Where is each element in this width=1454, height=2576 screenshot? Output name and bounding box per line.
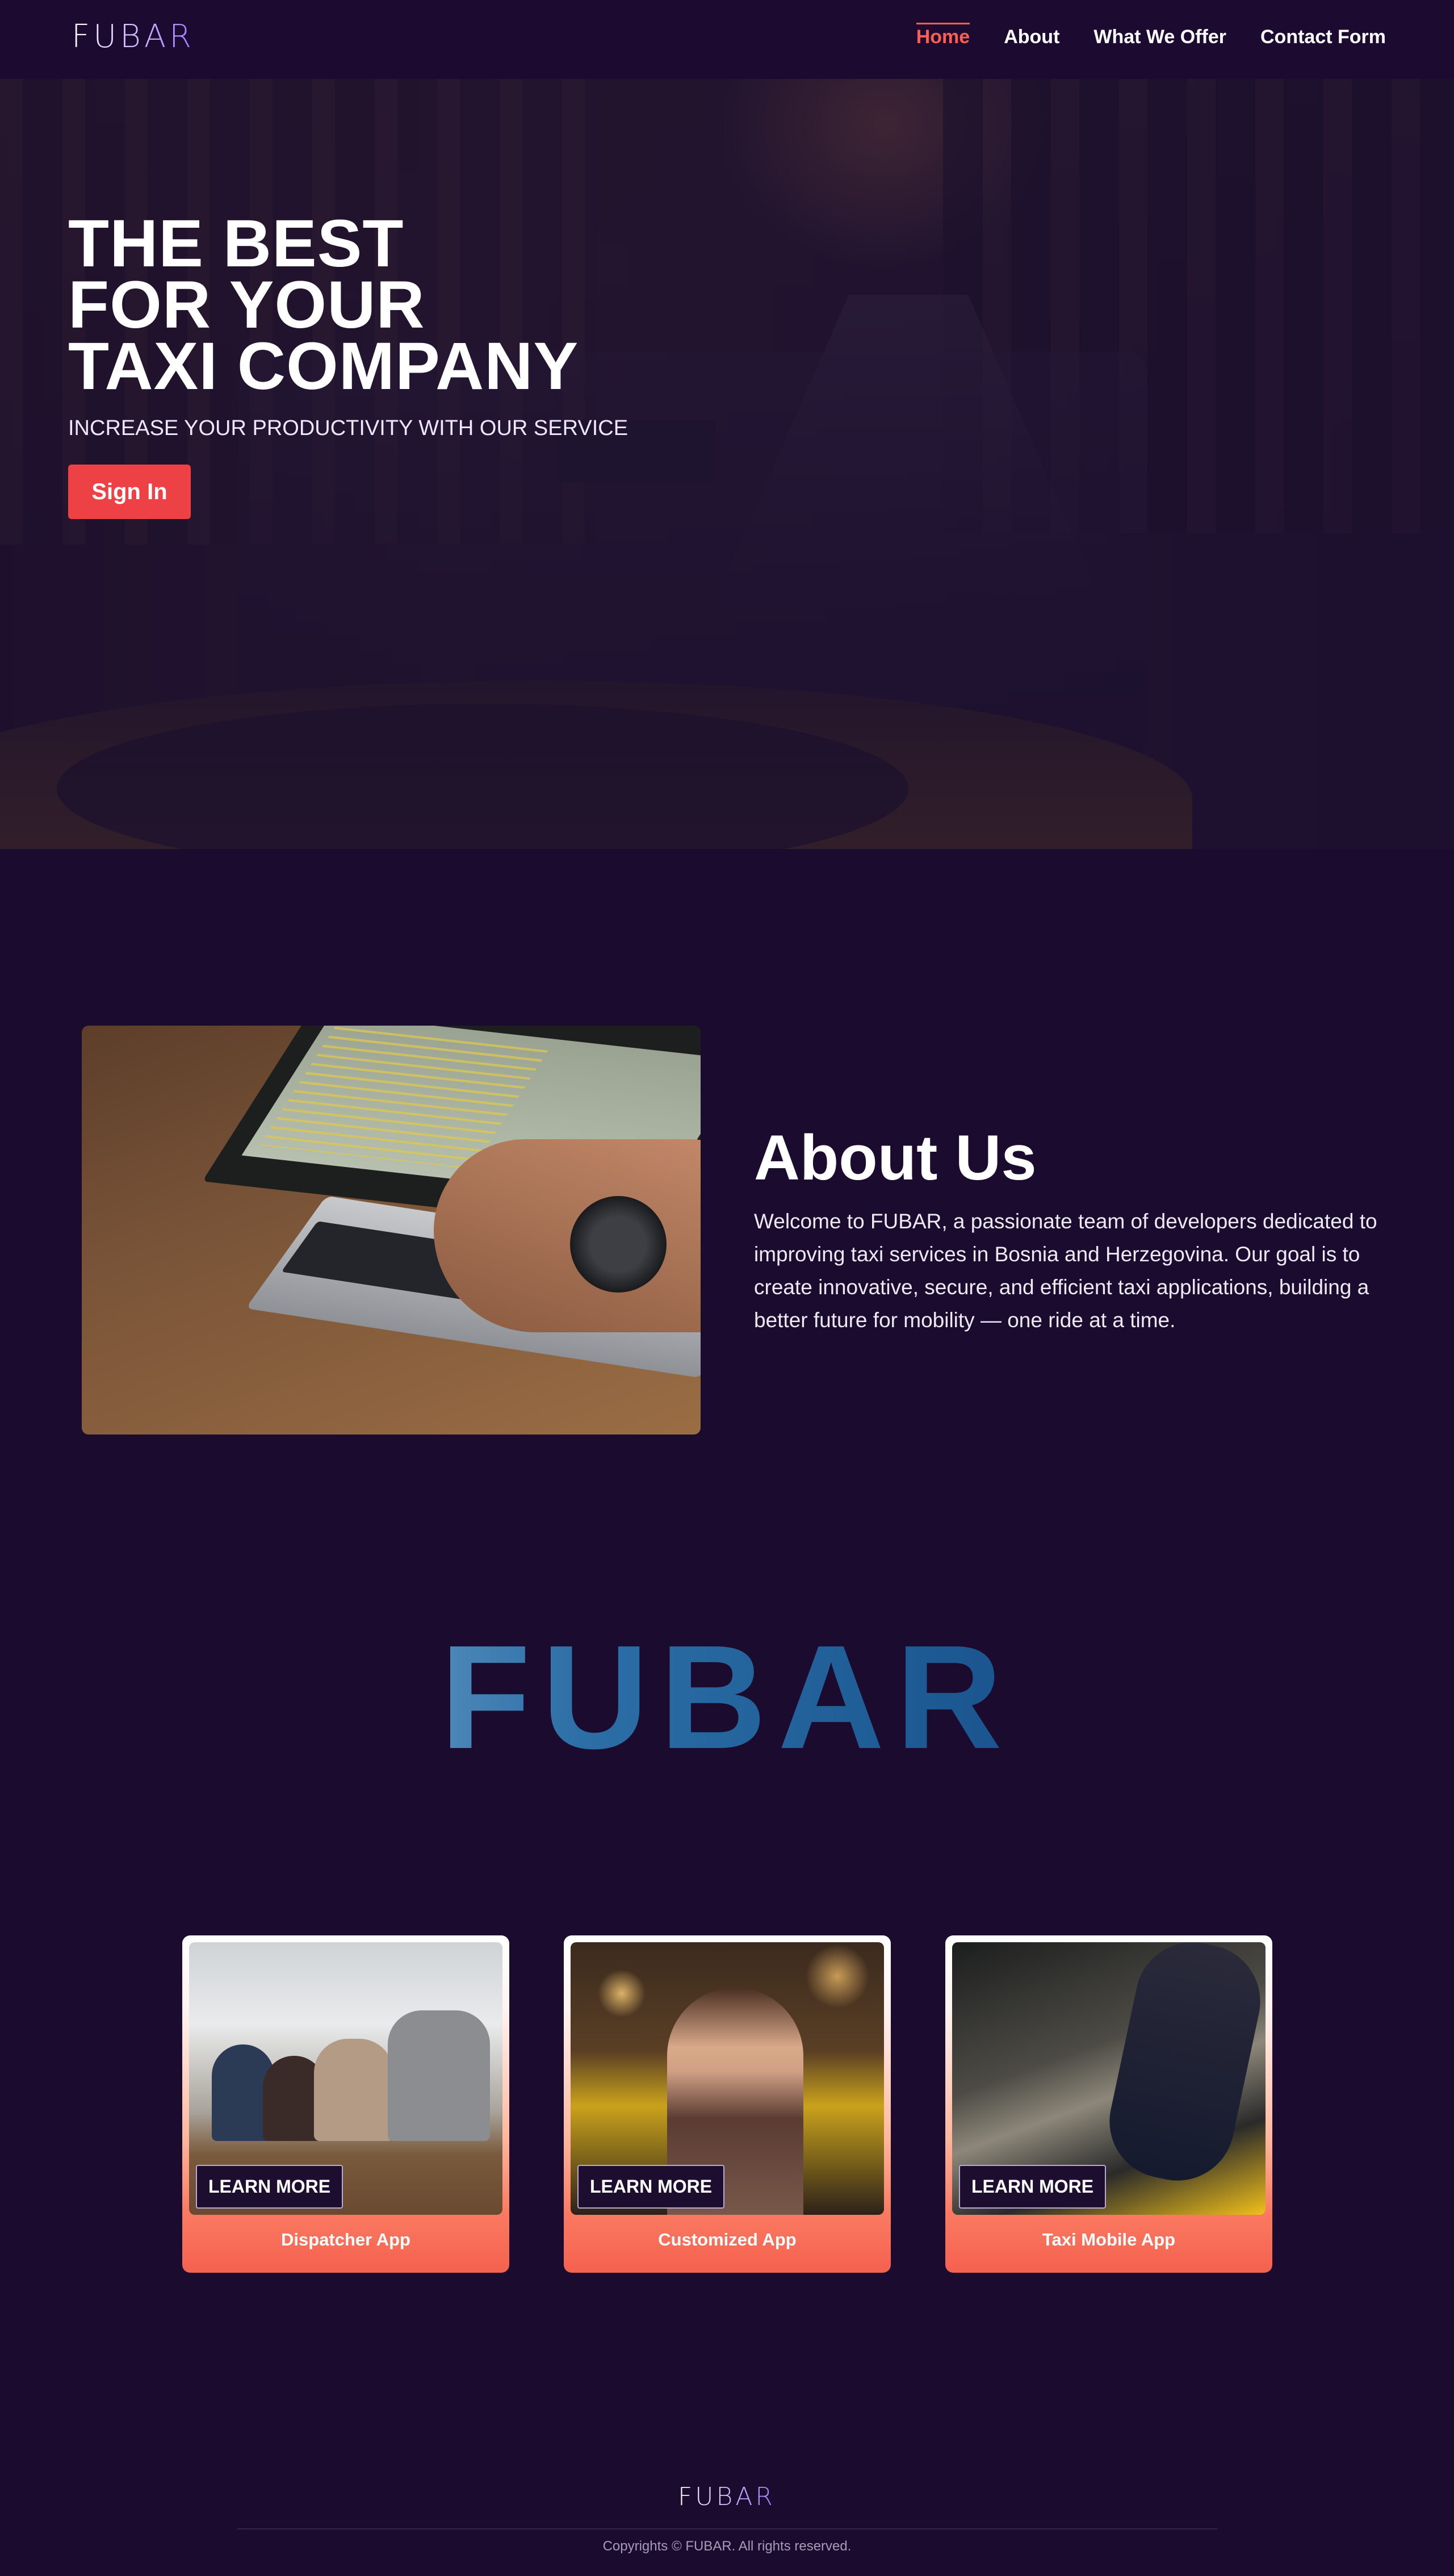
card-label: Dispatcher App (281, 2230, 410, 2249)
brand-logo[interactable]: FUBAR (72, 18, 195, 55)
arm-with-phone (1099, 1942, 1266, 2192)
learn-more-button[interactable]: LEARN MORE (196, 2165, 343, 2209)
logo-text: FUBAR (72, 18, 195, 55)
about-text: Welcome to FUBAR, a passionate team of d… (754, 1210, 1377, 1332)
hero-content: THE BEST FOR YOUR TAXI COMPANY INCREASE … (68, 206, 628, 519)
learn-more-button[interactable]: LEARN MORE (577, 2165, 725, 2209)
person-3 (314, 2039, 393, 2141)
sign-in-button[interactable]: Sign In (68, 465, 191, 519)
card-taxi-mobile-app[interactable]: LEARN MORE Taxi Mobile App (945, 1935, 1272, 2273)
copyright-text: Copyrights © FUBAR. All rights reserved. (602, 2539, 852, 2554)
person-4 (388, 2010, 490, 2141)
card-image-call-center: LEARN MORE (189, 1942, 502, 2215)
card-label: Taxi Mobile App (1042, 2230, 1176, 2249)
wristwatch (570, 1196, 667, 1293)
card-image-phone-in-car: LEARN MORE (952, 1942, 1266, 2215)
card-image-woman-taxi: LEARN MORE (571, 1942, 884, 2215)
top-navigation: FUBAR Home About What We Offer Contact F… (0, 0, 1454, 79)
main-menu: Home About What We Offer Contact Form (916, 23, 1386, 51)
nav-link-home[interactable]: Home (916, 23, 970, 51)
about-image-laptop (82, 1026, 701, 1435)
nav-link-contact-form[interactable]: Contact Form (1260, 26, 1386, 51)
hero-subtitle: INCREASE YOUR PRODUCTIVITY WITH OUR SERV… (68, 416, 628, 440)
footer-logo[interactable]: FUBAR (678, 2482, 776, 2511)
footer-divider (237, 2528, 1217, 2529)
learn-more-button[interactable]: LEARN MORE (959, 2165, 1107, 2209)
fubar-banner: FUBAR (0, 1613, 1454, 1783)
nav-link-what-we-offer[interactable]: What We Offer (1093, 26, 1226, 51)
card-label: Customized App (658, 2230, 797, 2249)
nav-link-about[interactable]: About (1004, 26, 1059, 51)
card-dispatcher-app[interactable]: LEARN MORE Dispatcher App (182, 1935, 509, 2273)
about-title: About Us (754, 1122, 1037, 1193)
hero-title: THE BEST FOR YOUR TAXI COMPANY (68, 206, 579, 404)
footer-logo-text: FUBAR (678, 2482, 776, 2511)
card-customized-app[interactable]: LEARN MORE Customized App (564, 1935, 891, 2273)
hero-section: THE BEST FOR YOUR TAXI COMPANY INCREASE … (0, 79, 1454, 849)
